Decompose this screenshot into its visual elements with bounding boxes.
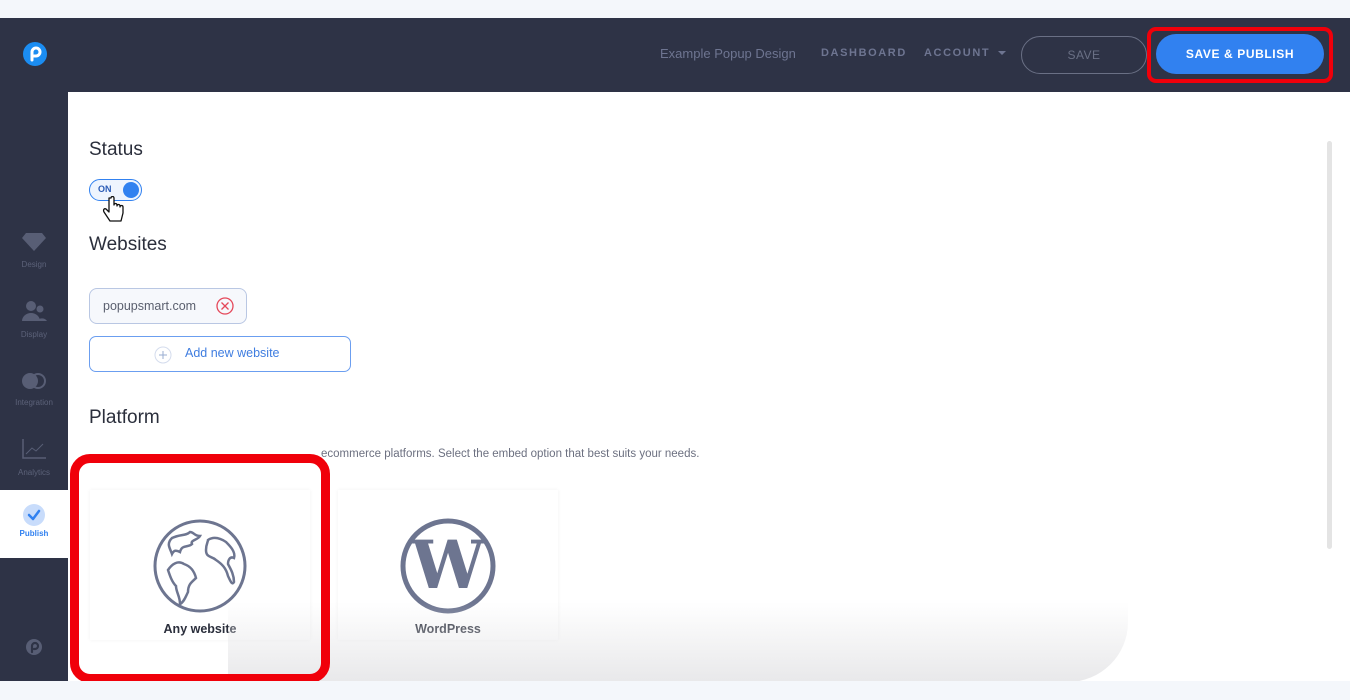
sidebar-item-integration[interactable]: Integration — [0, 372, 68, 407]
plus-icon — [154, 346, 172, 364]
bottom-strip — [0, 681, 1350, 700]
app-frame: Example Popup Design DASHBOARD ACCOUNT S… — [0, 18, 1350, 681]
sidebar-item-label: Design — [21, 260, 47, 269]
top-bar: Example Popup Design DASHBOARD ACCOUNT S… — [0, 18, 1350, 92]
scrollbar[interactable] — [1327, 141, 1332, 549]
dashboard-link[interactable]: DASHBOARD — [821, 47, 907, 59]
save-button[interactable]: SAVE — [1021, 36, 1147, 74]
website-name: popupsmart.com — [103, 299, 197, 313]
sidebar-item-label: Display — [20, 330, 48, 339]
platform-heading: Platform — [89, 407, 160, 428]
hand-cursor-icon — [102, 196, 124, 222]
chart-icon — [22, 439, 46, 459]
sidebar-item-display[interactable]: Display — [0, 300, 68, 339]
status-heading: Status — [89, 139, 143, 160]
chevron-down-icon — [998, 51, 1007, 56]
sidebar-item-design[interactable]: Design — [0, 232, 68, 269]
popupsmart-logo-icon[interactable] — [23, 42, 47, 66]
sidebar-item-publish[interactable]: Publish — [0, 490, 68, 558]
users-icon — [22, 301, 47, 321]
publish-panel: Status ON Websites popupsmart.com Add ne… — [68, 92, 1350, 681]
toggle-icon — [22, 373, 46, 389]
platform-description: ecommerce platforms. Select the embed op… — [321, 448, 700, 460]
sidebar-item-label: Publish — [19, 529, 49, 538]
sidebar-item-label: Analytics — [17, 468, 50, 477]
popupsmart-logo-icon — [26, 639, 42, 655]
account-menu[interactable]: ACCOUNT — [924, 47, 1007, 59]
sidebar-item-label: Integration — [15, 398, 53, 407]
account-label: ACCOUNT — [924, 47, 991, 59]
globe-icon — [153, 519, 247, 613]
sidebar: Design Display Integration Analytics Pub… — [0, 92, 68, 681]
footer-logo[interactable] — [0, 638, 68, 661]
diamond-icon — [22, 233, 46, 251]
websites-heading: Websites — [89, 234, 167, 255]
design-name[interactable]: Example Popup Design — [660, 46, 796, 61]
svg-text:W: W — [410, 526, 486, 604]
check-icon — [23, 504, 45, 526]
website-chip: popupsmart.com — [89, 288, 247, 324]
bottom-fade — [228, 602, 1128, 681]
toggle-label: ON — [98, 184, 112, 194]
save-publish-button[interactable]: SAVE & PUBLISH — [1156, 34, 1324, 74]
add-website-label: Add new website — [185, 346, 280, 360]
wordpress-icon: W — [400, 518, 496, 614]
remove-icon[interactable] — [216, 297, 234, 315]
sidebar-item-analytics[interactable]: Analytics — [0, 438, 68, 477]
add-website-button[interactable]: Add new website — [89, 336, 351, 372]
